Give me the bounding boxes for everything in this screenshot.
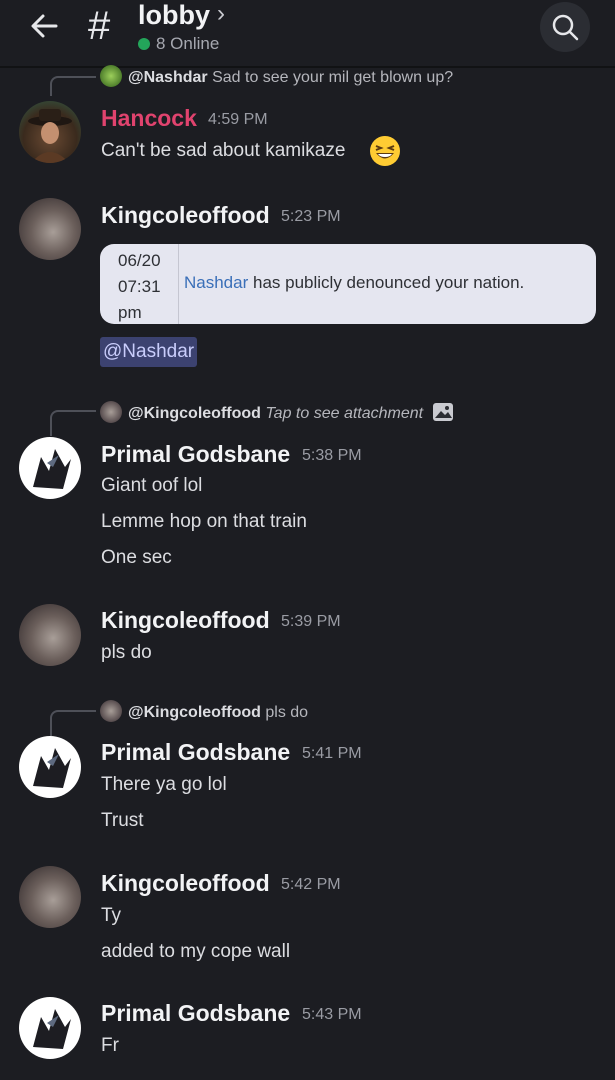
channel-hash-icon: # xyxy=(88,4,111,48)
author-name[interactable]: Kingcoleoffood xyxy=(101,870,270,897)
reply-avatar xyxy=(100,700,122,722)
message-text: Giant oof lol xyxy=(101,475,203,496)
timestamp: 5:41 PM xyxy=(302,745,362,762)
avatar[interactable] xyxy=(19,604,81,666)
reply-text: Tap to see attachment xyxy=(265,405,424,422)
message-text: Fr xyxy=(101,1035,119,1056)
embed-text: Nashdar has publicly denounced your nati… xyxy=(184,273,524,293)
online-status: 8 Online xyxy=(138,34,219,54)
avatar[interactable] xyxy=(19,437,81,499)
reply-mention: @Kingcoleoffood xyxy=(128,405,261,422)
search-button[interactable] xyxy=(540,2,590,52)
embed-date-time: 07:31 xyxy=(118,277,161,296)
reply-avatar xyxy=(100,65,122,87)
image-icon xyxy=(432,403,453,421)
timestamp: 4:59 PM xyxy=(208,111,268,128)
author-name-text: Hancock xyxy=(101,105,197,131)
avatar[interactable] xyxy=(19,997,81,1059)
reply-preview[interactable]: @Kingcoleoffood pls do xyxy=(100,700,308,722)
author-name[interactable]: Kingcoleoffood xyxy=(101,607,270,634)
reply-preview[interactable]: @Nashdar Sad to see your mil get blown u… xyxy=(100,65,453,87)
embed-date-day: 06/20 xyxy=(118,251,161,270)
online-count: 8 Online xyxy=(156,34,220,53)
avatar[interactable] xyxy=(19,198,81,260)
timestamp: 5:23 PM xyxy=(281,208,341,225)
author-name[interactable]: Hancock xyxy=(101,105,197,132)
timestamp: 5:39 PM xyxy=(281,613,341,630)
author-name[interactable]: Primal Godsbane xyxy=(101,739,290,766)
reply-connector xyxy=(50,76,96,96)
message-text: Lemme hop on that train xyxy=(101,511,307,532)
message-text: There ya go lol xyxy=(101,774,227,795)
reply-mention: @Kingcoleoffood xyxy=(128,704,261,721)
back-arrow-icon[interactable] xyxy=(26,8,62,44)
author-name[interactable]: Primal Godsbane xyxy=(101,441,290,468)
message-text: Ty xyxy=(101,905,122,926)
channel-name[interactable]: lobby xyxy=(138,0,210,31)
search-icon xyxy=(552,14,579,41)
laughing-emoji-icon[interactable] xyxy=(368,134,402,168)
message-text: pls do xyxy=(101,642,152,663)
channel-header: # lobby › 8 Online xyxy=(0,0,615,66)
reply-preview[interactable]: @Kingcoleoffood Tap to see attachment xyxy=(100,401,454,423)
message-text: One sec xyxy=(101,547,172,568)
reply-text: Sad to see your mil get blown up? xyxy=(212,69,454,86)
embed-separator xyxy=(178,244,179,324)
chevron-right-icon[interactable]: › xyxy=(217,0,225,28)
author-name[interactable]: Primal Godsbane xyxy=(101,1000,290,1027)
dragon-avatar-icon xyxy=(33,1009,71,1049)
embed-date-ampm: pm xyxy=(118,303,142,322)
online-dot-icon xyxy=(138,38,150,50)
avatar[interactable] xyxy=(19,866,81,928)
avatar[interactable] xyxy=(19,101,81,163)
notification-embed[interactable]: 06/20 07:31 pm Nashdar has publicly deno… xyxy=(100,244,596,324)
timestamp: 5:38 PM xyxy=(302,447,362,464)
author-name[interactable]: Kingcoleoffood xyxy=(101,202,270,229)
dragon-avatar-icon xyxy=(33,449,71,489)
reply-text: pls do xyxy=(265,704,309,721)
reply-mention: @Nashdar xyxy=(128,69,208,86)
timestamp: 5:42 PM xyxy=(281,876,341,893)
avatar[interactable] xyxy=(19,736,81,798)
cowboy-avatar-icon xyxy=(28,109,72,163)
embed-nation-link[interactable]: Nashdar xyxy=(184,273,248,292)
reply-avatar xyxy=(100,401,122,423)
message-text: added to my cope wall xyxy=(101,941,291,962)
message-text: Can't be sad about kamikaze xyxy=(101,140,346,161)
user-mention[interactable]: @Nashdar xyxy=(100,337,198,367)
reply-connector xyxy=(50,410,96,436)
dragon-avatar-icon xyxy=(33,748,71,788)
embed-body: has publicly denounced your nation. xyxy=(253,273,525,292)
message-text: Trust xyxy=(101,810,144,831)
embed-date: 06/20 07:31 pm xyxy=(118,248,161,326)
timestamp: 5:43 PM xyxy=(302,1006,362,1023)
reply-connector xyxy=(50,710,96,736)
